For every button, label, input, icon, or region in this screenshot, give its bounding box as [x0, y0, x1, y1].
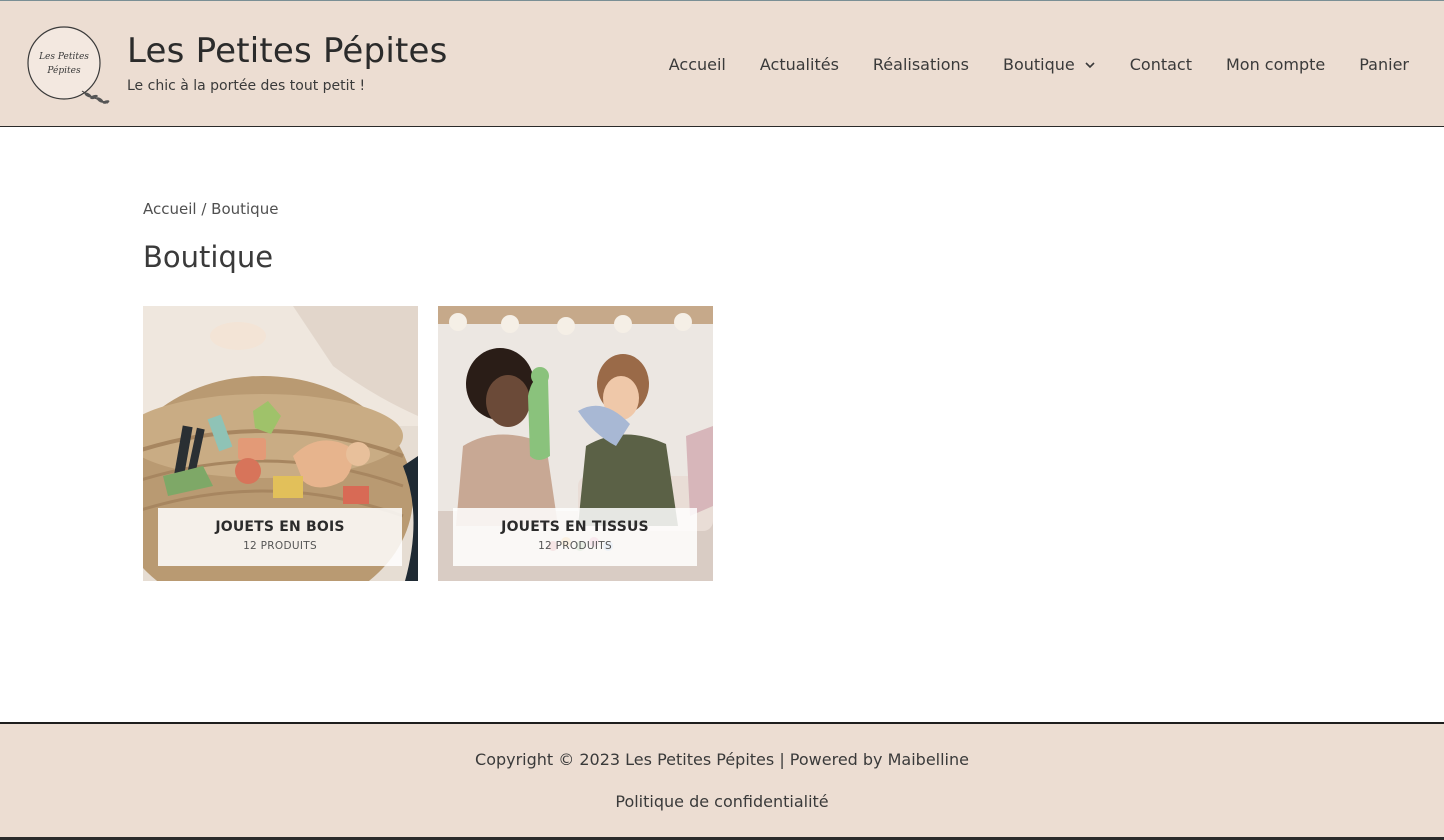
- category-name[interactable]: JOUETS EN BOIS: [158, 519, 402, 535]
- site-header: Les Petites Pépites Les Petites Pépites …: [0, 0, 1444, 127]
- site-footer: Copyright © 2023 Les Petites Pépites | P…: [0, 722, 1444, 838]
- nav-item-realisations[interactable]: Réalisations: [873, 55, 969, 74]
- chevron-down-icon[interactable]: [1084, 59, 1096, 71]
- main-nav: Accueil Actualités Réalisations Boutique…: [669, 55, 1409, 74]
- category-card-jouets-en-bois[interactable]: JOUETS EN BOIS 12 PRODUITS: [143, 306, 418, 581]
- breadcrumb: Accueil / Boutique: [143, 200, 278, 218]
- site-title[interactable]: Les Petites Pépites: [127, 31, 448, 71]
- category-product-count: 12 PRODUITS: [538, 540, 612, 552]
- nav-item-mon-compte[interactable]: Mon compte: [1226, 55, 1325, 74]
- logo-wreath-icon: Les Petites Pépites: [27, 26, 110, 104]
- site-tagline: Le chic à la portée des tout petit !: [127, 78, 366, 94]
- category-label-box: JOUETS EN BOIS 12 PRODUITS: [158, 508, 402, 566]
- category-product-count: 12 PRODUITS: [243, 540, 317, 552]
- footer-privacy-link[interactable]: Politique de confidentialité: [0, 792, 1444, 811]
- category-label-box: JOUETS EN TISSUS 12 PRODUITS: [453, 508, 697, 566]
- svg-text:Les Petites: Les Petites: [38, 52, 89, 62]
- nav-item-contact[interactable]: Contact: [1130, 55, 1192, 74]
- nav-item-accueil[interactable]: Accueil: [669, 55, 726, 74]
- breadcrumb-separator: /: [196, 200, 212, 218]
- nav-item-panier[interactable]: Panier: [1359, 55, 1409, 74]
- nav-item-boutique[interactable]: Boutique: [1003, 55, 1096, 74]
- category-name[interactable]: JOUETS EN TISSUS: [453, 519, 697, 535]
- page-title: Boutique: [143, 240, 274, 274]
- site-logo[interactable]: Les Petites Pépites: [22, 23, 112, 111]
- breadcrumb-current: Boutique: [211, 200, 279, 218]
- nav-item-actualites[interactable]: Actualités: [760, 55, 839, 74]
- category-card-jouets-en-tissus[interactable]: JOUETS EN TISSUS 12 PRODUITS: [438, 306, 713, 581]
- footer-copyright: Copyright © 2023 Les Petites Pépites | P…: [475, 750, 969, 769]
- breadcrumb-home-link[interactable]: Accueil: [143, 200, 197, 218]
- nav-item-boutique-label: Boutique: [1002, 55, 1075, 74]
- svg-text:Pépites: Pépites: [46, 65, 81, 76]
